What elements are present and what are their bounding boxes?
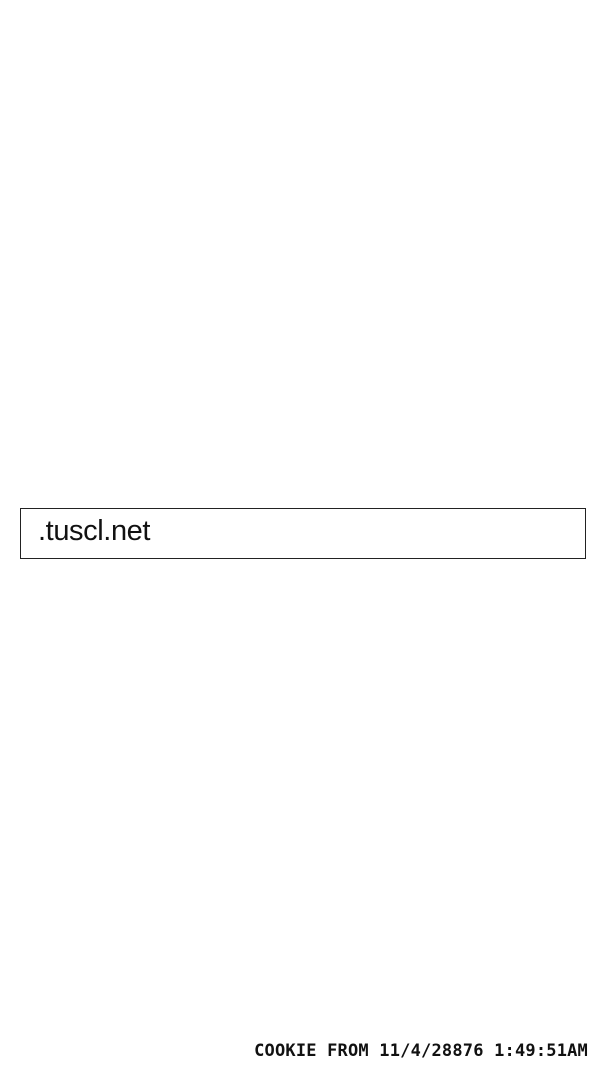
cookie-domain-text: .tuscl.net xyxy=(38,514,151,547)
cookie-domain-box: .tuscl.net xyxy=(20,508,586,559)
cookie-timestamp-label: COOKIE FROM 11/4/28876 1:49:51AM xyxy=(254,1041,588,1061)
